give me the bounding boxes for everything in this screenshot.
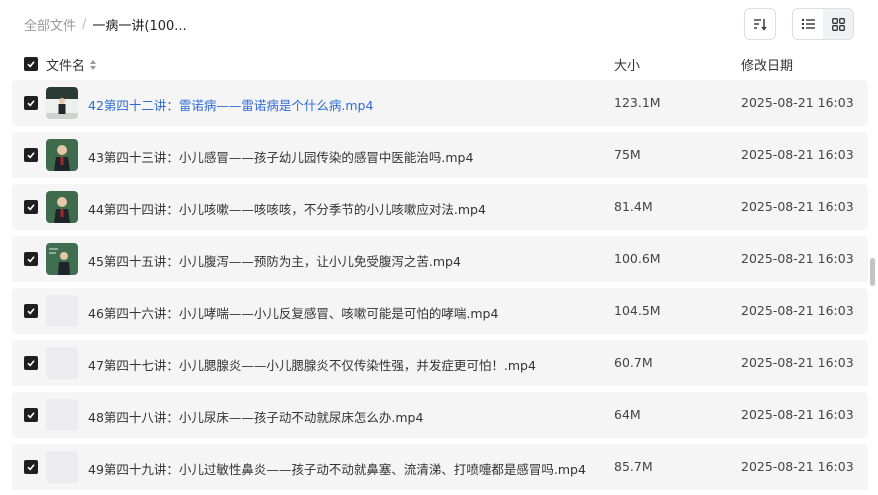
table-row[interactable]: 45第四十五讲：小儿腹泻——预防为主，让小儿免受腹泻之苦.mp4 100.6M … [12, 236, 868, 282]
column-header-name-label: 文件名 [46, 59, 86, 74]
top-bar: 全部文件 / 一病一讲(100... [0, 0, 878, 48]
sort-icon [754, 19, 767, 31]
check-icon [27, 412, 35, 419]
check-icon [27, 204, 35, 211]
sort-button[interactable] [744, 8, 776, 40]
row-checkbox[interactable] [24, 252, 38, 266]
column-header-size[interactable]: 大小 [614, 55, 640, 74]
row-checkbox[interactable] [24, 148, 38, 162]
video-thumb-icon [46, 191, 78, 223]
table-row[interactable]: 42第四十二讲：雷诺病——雷诺病是个什么病.mp4 123.1M 2025-08… [12, 80, 868, 126]
list-view-button[interactable] [793, 9, 823, 39]
file-name[interactable]: 47第四十七讲：小儿腮腺炎——小儿腮腺炎不仅传染性强，并发症更可怕！.mp4 [88, 355, 536, 374]
file-date: 2025-08-21 16:03 [741, 303, 854, 318]
file-size: 81.4M [614, 199, 653, 214]
row-checkbox[interactable] [24, 304, 38, 318]
breadcrumb-current: 一病一讲(100... [92, 19, 187, 34]
file-size: 60.7M [614, 355, 653, 370]
check-icon [27, 100, 35, 107]
file-date: 2025-08-21 16:03 [741, 147, 854, 162]
thumbnail-placeholder [46, 347, 78, 379]
file-name[interactable]: 44第四十四讲：小儿咳嗽——咳咳咳，不分季节的小儿咳嗽应对法.mp4 [88, 199, 486, 218]
breadcrumb: 全部文件 / 一病一讲(100... [24, 15, 187, 34]
check-icon [27, 360, 35, 367]
table-row[interactable]: 46第四十六讲：小儿哮喘——小儿反复感冒、咳嗽可能是可怕的哮喘.mp4 104.… [12, 288, 868, 334]
row-checkbox[interactable] [24, 408, 38, 422]
table-row[interactable]: 47第四十七讲：小儿腮腺炎——小儿腮腺炎不仅传染性强，并发症更可怕！.mp4 6… [12, 340, 868, 386]
video-thumb-icon [46, 87, 78, 119]
view-toggle [792, 8, 854, 40]
file-size: 100.6M [614, 251, 661, 266]
row-checkbox[interactable] [24, 96, 38, 110]
file-size: 85.7M [614, 459, 653, 474]
column-header-name[interactable]: 文件名 [46, 55, 97, 74]
grid-view-button[interactable] [823, 9, 853, 39]
table-row[interactable]: 44第四十四讲：小儿咳嗽——咳咳咳，不分季节的小儿咳嗽应对法.mp4 81.4M… [12, 184, 868, 230]
video-thumb-icon [46, 243, 78, 275]
table-row[interactable]: 43第四十三讲：小儿感冒——孩子幼儿园传染的感冒中医能治吗.mp4 75M 20… [12, 132, 868, 178]
table-row[interactable]: 48第四十八讲：小儿尿床——孩子动不动就尿床怎么办.mp4 64M 2025-0… [12, 392, 868, 438]
file-size: 104.5M [614, 303, 661, 318]
row-checkbox[interactable] [24, 200, 38, 214]
row-checkbox[interactable] [24, 460, 38, 474]
breadcrumb-root[interactable]: 全部文件 [24, 15, 76, 34]
thumbnail-placeholder [46, 295, 78, 327]
file-date: 2025-08-21 16:03 [741, 199, 854, 214]
file-name[interactable]: 43第四十三讲：小儿感冒——孩子幼儿园传染的感冒中医能治吗.mp4 [88, 147, 473, 166]
file-size: 123.1M [614, 95, 661, 110]
file-date: 2025-08-21 16:03 [741, 459, 854, 474]
file-date: 2025-08-21 16:03 [741, 407, 854, 422]
column-header-date[interactable]: 修改日期 [741, 55, 793, 74]
file-date: 2025-08-21 16:03 [741, 95, 854, 110]
scrollbar-thumb[interactable] [870, 258, 875, 286]
file-name[interactable]: 42第四十二讲：雷诺病——雷诺病是个什么病.mp4 [88, 95, 373, 114]
file-list-header: 文件名 大小 修改日期 [12, 50, 868, 78]
sort-toggle-icon [90, 59, 97, 70]
file-size: 64M [614, 407, 641, 422]
list-icon [801, 19, 815, 29]
check-icon [27, 256, 35, 263]
check-icon [27, 152, 35, 159]
check-icon [27, 308, 35, 315]
breadcrumb-separator: / [82, 17, 87, 32]
file-size: 75M [614, 147, 641, 162]
video-thumb-icon [46, 139, 78, 171]
select-all-checkbox[interactable] [24, 57, 38, 71]
row-checkbox[interactable] [24, 356, 38, 370]
file-date: 2025-08-21 16:03 [741, 355, 854, 370]
file-name[interactable]: 46第四十六讲：小儿哮喘——小儿反复感冒、咳嗽可能是可怕的哮喘.mp4 [88, 303, 498, 322]
table-row[interactable]: 49第四十九讲：小儿过敏性鼻炎——孩子动不动就鼻塞、流清涕、打喷嚏都是感冒吗.m… [12, 444, 868, 490]
check-icon [27, 464, 35, 471]
thumbnail-placeholder [46, 451, 78, 483]
thumbnail-placeholder [46, 399, 78, 431]
file-name[interactable]: 45第四十五讲：小儿腹泻——预防为主，让小儿免受腹泻之苦.mp4 [88, 251, 461, 270]
check-icon [27, 61, 35, 68]
file-name[interactable]: 49第四十九讲：小儿过敏性鼻炎——孩子动不动就鼻塞、流清涕、打喷嚏都是感冒吗.m… [88, 459, 586, 478]
file-date: 2025-08-21 16:03 [741, 251, 854, 266]
file-name[interactable]: 48第四十八讲：小儿尿床——孩子动不动就尿床怎么办.mp4 [88, 407, 423, 426]
grid-icon [831, 17, 845, 31]
